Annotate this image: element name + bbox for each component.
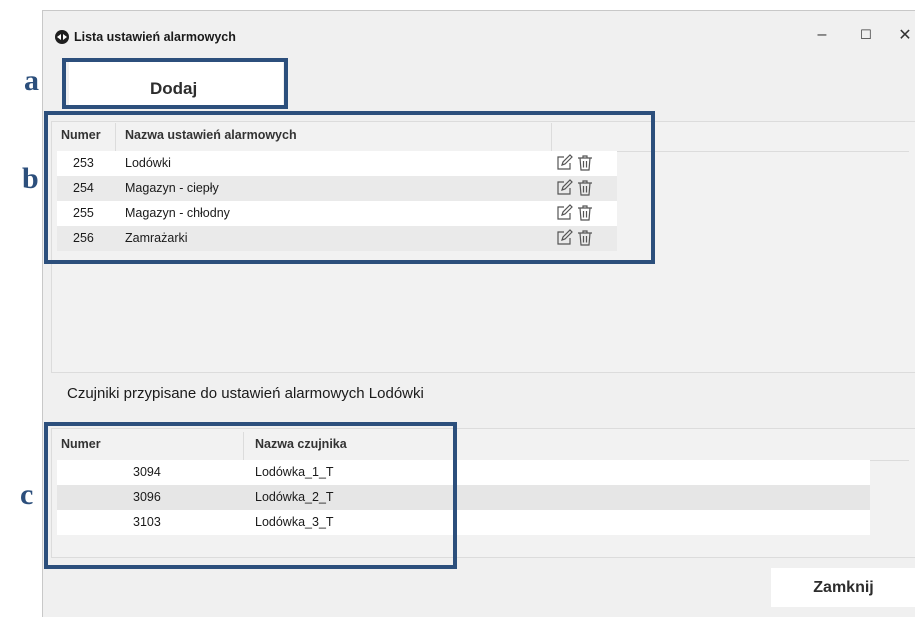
alarm-table-header: Numer Nazwa ustawień alarmowych <box>57 123 909 152</box>
row-name: Lodówki <box>125 156 171 170</box>
alarm-settings-window: Lista ustawień alarmowych – ☐ ✕ Dodaj Nu… <box>42 10 915 617</box>
column-header-number[interactable]: Numer <box>61 123 101 151</box>
minimize-button[interactable]: – <box>807 21 837 49</box>
window-title: Lista ustawień alarmowych <box>74 30 236 44</box>
annotation-letter-c: c <box>20 478 34 511</box>
column-header-sensor-number[interactable]: Numer <box>61 432 101 460</box>
table-row[interactable]: 254 Magazyn - ciepły <box>57 176 617 201</box>
sensors-table-header: Numer Nazwa czujnika <box>57 432 909 461</box>
sensor-number: 3103 <box>133 515 161 529</box>
edit-icon[interactable] <box>555 179 573 200</box>
row-number: 255 <box>73 206 94 220</box>
sensor-name: Lodówka_1_T <box>255 465 334 479</box>
sensor-number: 3094 <box>133 465 161 479</box>
maximize-button[interactable]: ☐ <box>851 21 881 49</box>
sensor-name: Lodówka_2_T <box>255 490 334 504</box>
row-number: 256 <box>73 231 94 245</box>
table-row[interactable]: 3094 Lodówka_1_T <box>57 460 870 485</box>
row-number: 253 <box>73 156 94 170</box>
column-divider <box>243 432 244 460</box>
sensors-section-label: Czujniki przypisane do ustawień alarmowy… <box>67 385 424 402</box>
edit-icon[interactable] <box>555 154 573 175</box>
trash-icon[interactable] <box>576 229 594 250</box>
table-row[interactable]: 255 Magazyn - chłodny <box>57 201 617 226</box>
edit-icon[interactable] <box>555 204 573 225</box>
column-divider <box>115 123 116 151</box>
row-number: 254 <box>73 181 94 195</box>
annotation-letter-a: a <box>24 64 39 97</box>
table-row[interactable]: 253 Lodówki <box>57 151 617 176</box>
trash-icon[interactable] <box>576 154 594 175</box>
row-name: Magazyn - chłodny <box>125 206 230 220</box>
sensor-number: 3096 <box>133 490 161 504</box>
table-row[interactable]: 3103 Lodówka_3_T <box>57 510 870 535</box>
table-row[interactable]: 3096 Lodówka_2_T <box>57 485 870 510</box>
sensor-name: Lodówka_3_T <box>255 515 334 529</box>
tab-dodaj[interactable]: Dodaj <box>69 60 283 106</box>
column-header-sensor-name[interactable]: Nazwa czujnika <box>255 432 347 460</box>
edit-icon[interactable] <box>555 229 573 250</box>
trash-icon[interactable] <box>576 204 594 225</box>
trash-icon[interactable] <box>576 179 594 200</box>
close-button[interactable]: Zamknij <box>771 568 915 607</box>
title-bar: Lista ustawień alarmowych – ☐ ✕ <box>43 11 915 57</box>
table-row[interactable]: 256 Zamrażarki <box>57 226 617 251</box>
row-name: Magazyn - ciepły <box>125 181 219 195</box>
app-icon <box>55 30 69 44</box>
close-window-button[interactable]: ✕ <box>895 21 915 49</box>
tab-dodaj-label: Dodaj <box>150 79 198 98</box>
annotation-letter-b: b <box>22 162 39 195</box>
column-header-alarm-name[interactable]: Nazwa ustawień alarmowych <box>125 123 297 151</box>
column-divider <box>551 123 552 151</box>
row-name: Zamrażarki <box>125 231 188 245</box>
